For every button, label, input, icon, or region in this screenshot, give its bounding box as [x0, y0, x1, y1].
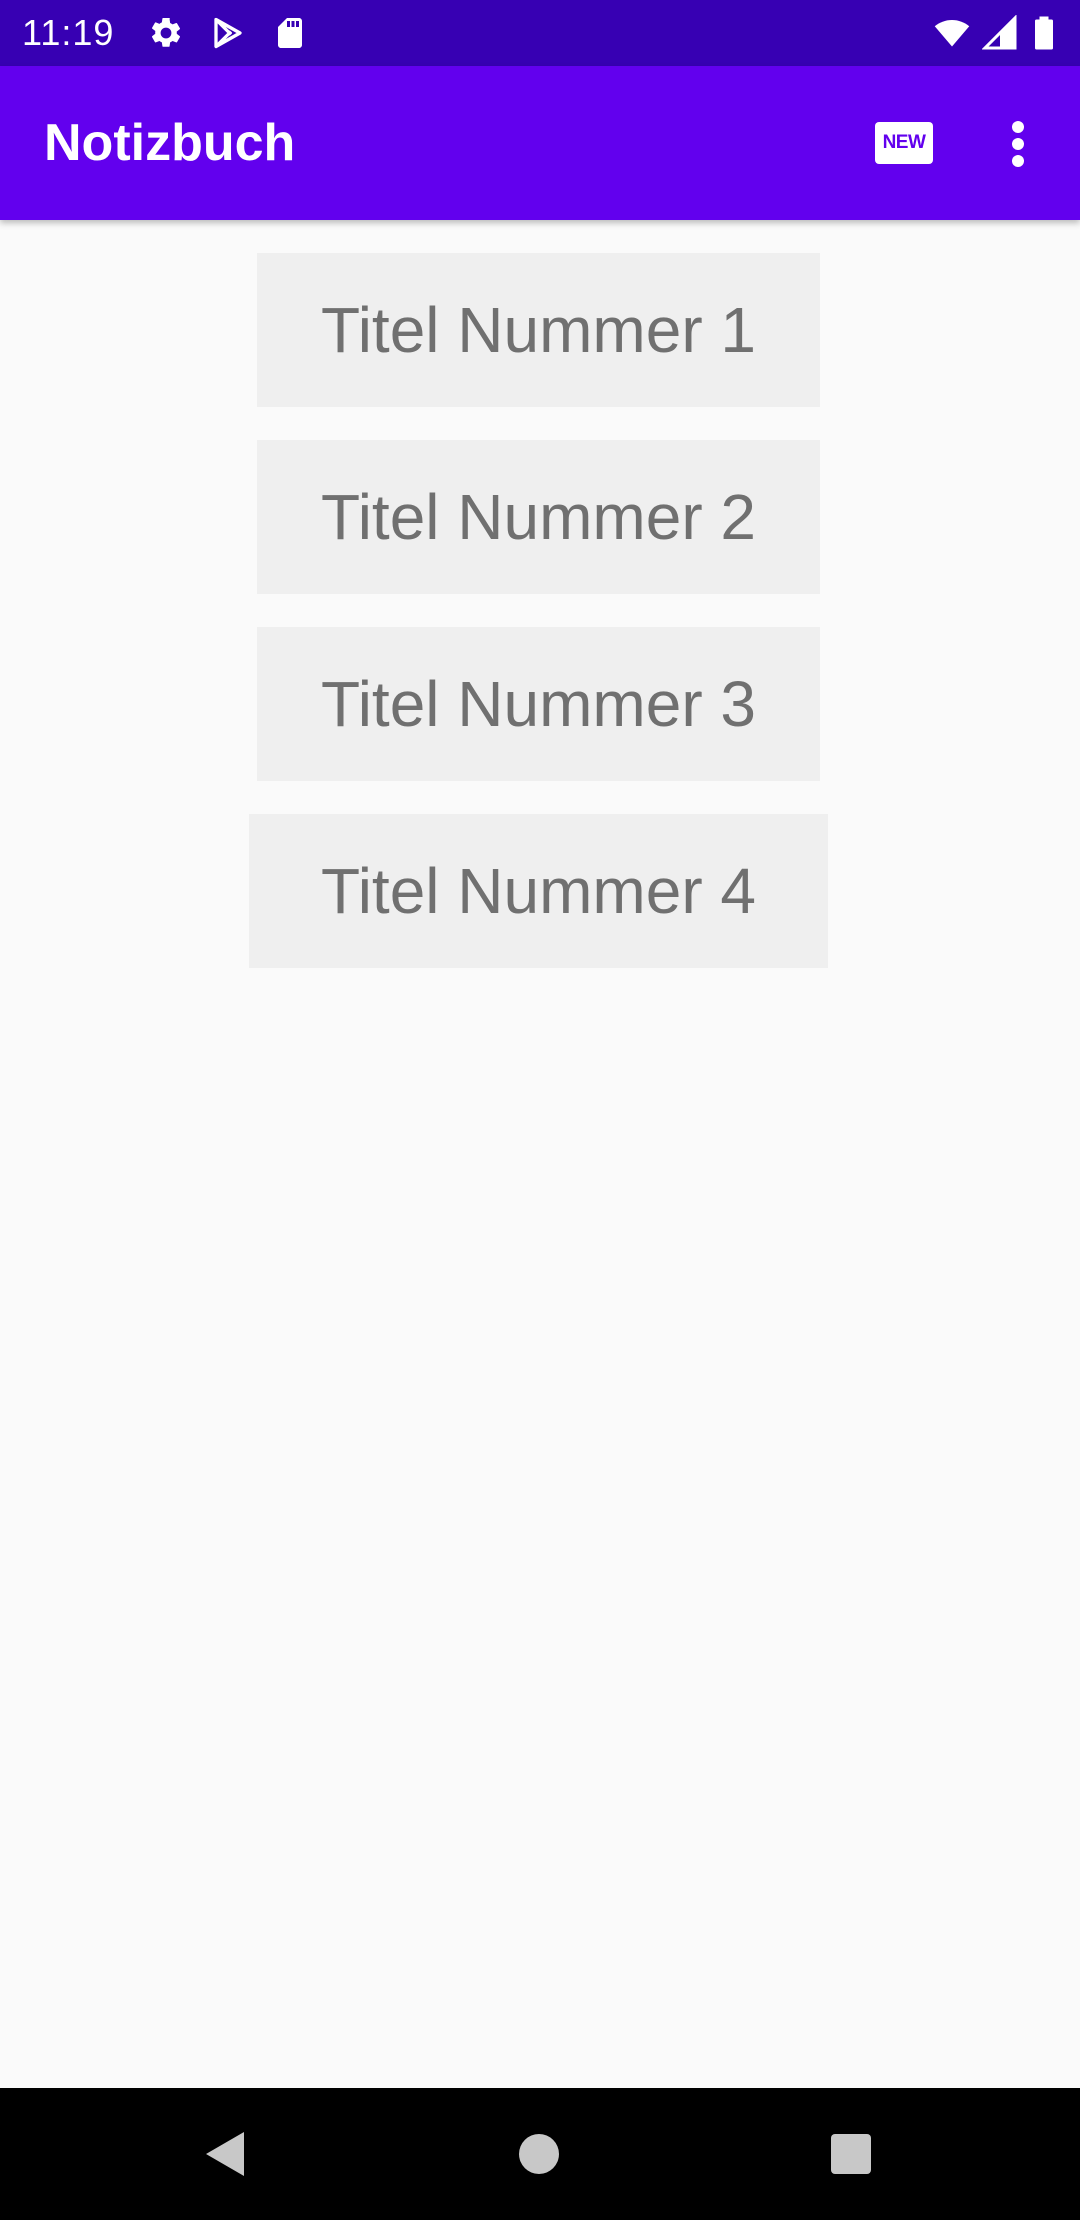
- note-button-3[interactable]: Titel Nummer 3: [257, 627, 820, 781]
- sd-card-icon: [272, 15, 308, 51]
- more-vert-icon: [1012, 121, 1024, 167]
- signal-icon: [982, 15, 1018, 51]
- note-button-1[interactable]: Titel Nummer 1: [257, 253, 820, 407]
- app-title: Notizbuch: [44, 114, 296, 172]
- back-button[interactable]: [200, 2128, 252, 2180]
- note-button-2[interactable]: Titel Nummer 2: [257, 440, 820, 594]
- overflow-menu-button[interactable]: [990, 114, 1046, 174]
- settings-icon: [148, 15, 184, 51]
- note-button-4[interactable]: Titel Nummer 4: [249, 814, 828, 968]
- status-bar: 11:19: [0, 0, 1080, 66]
- wifi-icon: [934, 15, 970, 51]
- navigation-bar: [0, 2088, 1080, 2220]
- new-note-button[interactable]: NEW: [862, 112, 946, 174]
- play-store-icon: [210, 15, 246, 51]
- home-icon: [519, 2134, 559, 2174]
- screen: 11:19 Notizbuch NEW Titel Nummer 1 Titel…: [0, 0, 1080, 2220]
- note-list: Titel Nummer 1 Titel Nummer 2 Titel Numm…: [0, 220, 1080, 2088]
- new-icon: NEW: [875, 122, 933, 164]
- home-button[interactable]: [513, 2128, 565, 2180]
- status-time: 11:19: [22, 12, 115, 53]
- recents-icon: [831, 2134, 871, 2174]
- back-icon: [206, 2132, 244, 2176]
- new-icon-label: NEW: [882, 132, 926, 153]
- battery-icon: [1030, 15, 1058, 51]
- recents-button[interactable]: [825, 2128, 877, 2180]
- app-bar: Notizbuch NEW: [0, 66, 1080, 220]
